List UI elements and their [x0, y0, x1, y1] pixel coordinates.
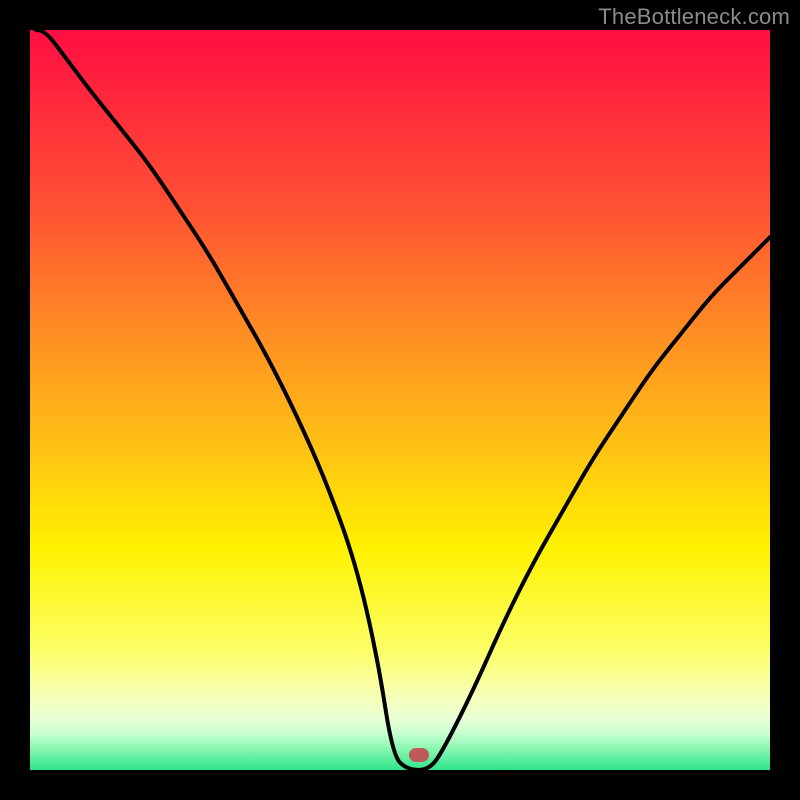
bottleneck-curve-svg [30, 30, 770, 770]
bottleneck-curve [30, 30, 770, 770]
plot-area [30, 30, 770, 770]
chart-frame: TheBottleneck.com [0, 0, 800, 800]
attribution-label: TheBottleneck.com [598, 4, 790, 30]
optimal-point-marker [409, 748, 429, 762]
